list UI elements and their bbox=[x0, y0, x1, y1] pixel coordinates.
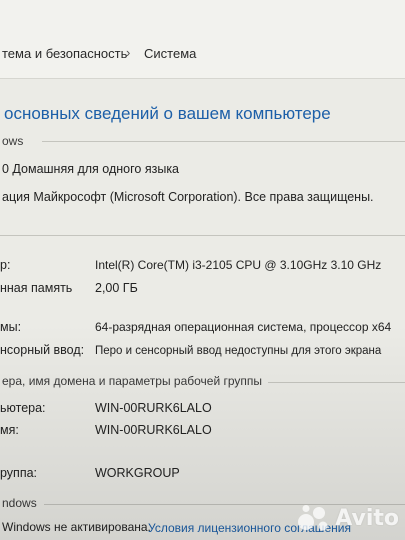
memory-value: 2,00 ГБ bbox=[95, 281, 138, 295]
page-title: основных сведений о вашем компьютере bbox=[4, 104, 331, 123]
section-divider bbox=[268, 382, 405, 383]
edition-section-title: ows bbox=[2, 134, 24, 148]
processor-label: р: bbox=[0, 258, 11, 272]
breadcrumb-item-security[interactable]: тема и безопасность bbox=[2, 46, 127, 61]
full-name-value: WIN-00RURK6LALO bbox=[95, 423, 212, 437]
address-bar: тема и безопасность › Система bbox=[0, 0, 405, 79]
avito-watermark: Avito bbox=[297, 504, 399, 532]
system-type-value: 64-разрядная операционная система, проце… bbox=[95, 320, 392, 334]
breadcrumb-item-system[interactable]: Система bbox=[144, 46, 196, 61]
full-name-label: мя: bbox=[0, 423, 19, 437]
edition-copyright: ация Майкрософт (Microsoft Corporation).… bbox=[2, 190, 374, 204]
system-type-label: мы: bbox=[0, 320, 22, 334]
avito-logo-icon bbox=[298, 505, 328, 531]
workgroup-value: WORKGROUP bbox=[95, 466, 180, 480]
breadcrumb-separator-icon: › bbox=[126, 45, 131, 60]
computer-section-title: ера, имя домена и параметры рабочей груп… bbox=[2, 374, 263, 388]
pen-touch-value: Перо и сенсорный ввод недоступны для это… bbox=[95, 345, 382, 357]
section-divider bbox=[0, 235, 405, 236]
activation-section-title: ndows bbox=[2, 496, 37, 510]
pen-touch-label: нсорный ввод: bbox=[0, 343, 85, 357]
activation-status: Windows не активирована. bbox=[2, 520, 151, 534]
workgroup-label: руппа: bbox=[0, 466, 38, 480]
memory-label: нная память bbox=[0, 281, 73, 295]
computer-name-label: ьютера: bbox=[0, 401, 46, 415]
computer-name-value: WIN-00RURK6LALO bbox=[95, 401, 212, 415]
section-divider bbox=[42, 141, 405, 142]
processor-value: Intel(R) Core(TM) i3-2105 CPU @ 3.10GHz … bbox=[95, 258, 382, 272]
edition-name: 0 Домашняя для одного языка bbox=[2, 162, 180, 176]
avito-brand-text: Avito bbox=[335, 505, 399, 531]
